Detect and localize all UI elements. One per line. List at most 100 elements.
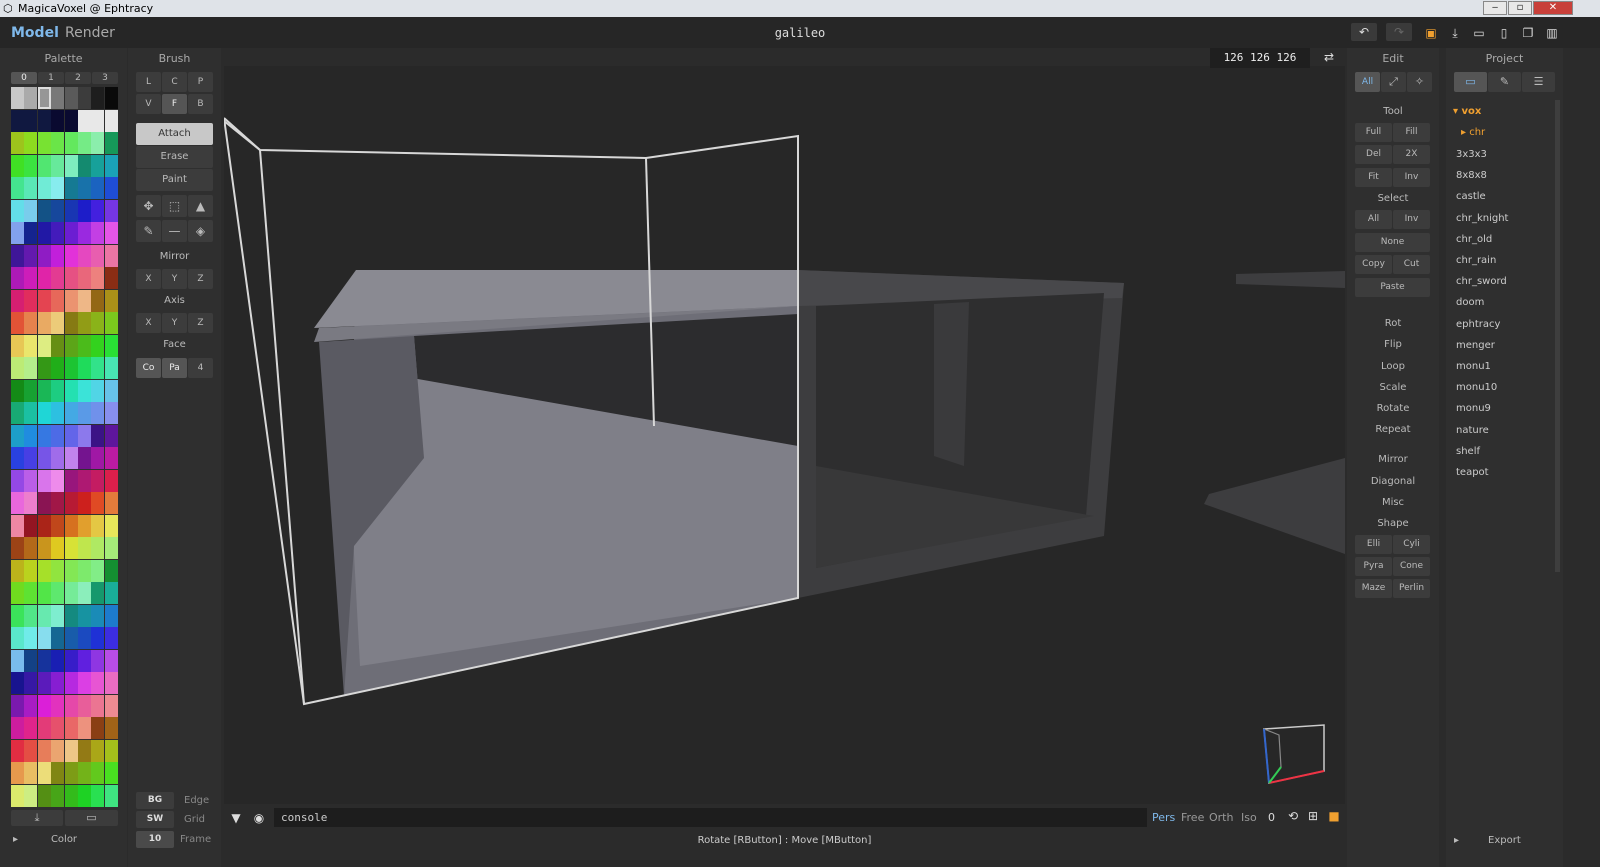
palette-swatch[interactable] [91, 267, 105, 289]
palette-swatch[interactable] [104, 739, 118, 762]
op-shape[interactable]: Shape [1347, 518, 1439, 529]
palette-swatch[interactable] [64, 604, 78, 627]
palette-swatch[interactable] [104, 784, 118, 807]
palette-swatch[interactable] [24, 604, 38, 627]
face-4[interactable]: 4 [188, 358, 213, 378]
3d-viewport[interactable] [224, 66, 1345, 804]
tool-fit[interactable]: Fit [1355, 168, 1392, 187]
palette-swatch[interactable] [24, 582, 38, 604]
palette-swatch[interactable] [91, 739, 105, 762]
palette-swatch[interactable] [104, 177, 118, 199]
palette-swatch[interactable] [104, 447, 118, 469]
palette-swatch[interactable] [64, 514, 78, 537]
copy-file-icon[interactable]: ❐ [1519, 25, 1537, 41]
download-icon[interactable]: ⤓ [1446, 25, 1464, 41]
palette-swatch[interactable] [78, 469, 91, 492]
palette-swatch[interactable] [78, 289, 91, 312]
brush-type-f[interactable]: F [162, 94, 187, 114]
palette-swatch[interactable] [104, 424, 118, 447]
palette-swatch[interactable] [91, 514, 105, 537]
face-co[interactable]: Co [136, 358, 161, 378]
brush-type-p[interactable]: P [188, 72, 213, 92]
palette-swatch[interactable] [64, 582, 78, 604]
redo-icon[interactable]: ↷ [1386, 23, 1412, 41]
mirror-x[interactable]: X [136, 269, 161, 289]
palette-swatch[interactable] [51, 222, 65, 244]
palette-swatch[interactable] [51, 424, 65, 447]
palette-swatch[interactable] [78, 244, 91, 267]
brush-type-l[interactable]: L [136, 72, 161, 92]
palette-swatch[interactable] [24, 672, 38, 694]
palette-swatch[interactable] [37, 222, 51, 244]
palette-swatch[interactable] [91, 312, 105, 334]
axis-z[interactable]: Z [188, 313, 213, 333]
op-scale[interactable]: Scale [1347, 382, 1439, 393]
view-iso[interactable]: Iso [1241, 811, 1257, 824]
mirror-y[interactable]: Y [162, 269, 187, 289]
palette-swatch[interactable] [24, 244, 38, 267]
palette-swatch[interactable] [37, 784, 51, 807]
palette-swatch[interactable] [37, 672, 51, 694]
palette-swatch[interactable] [104, 627, 118, 649]
grid-toggle[interactable]: Grid [184, 814, 205, 825]
palette-swatch[interactable] [104, 762, 118, 784]
palette-swatch[interactable] [11, 649, 24, 672]
palette-swatch[interactable] [104, 312, 118, 334]
palette-swatch[interactable] [104, 154, 118, 177]
palette-swatch[interactable] [78, 424, 91, 447]
palette-swatch[interactable] [37, 87, 51, 109]
palette-swatch[interactable] [37, 267, 51, 289]
palette-swatch[interactable] [104, 357, 118, 379]
palette-swatch[interactable] [37, 132, 51, 154]
palette-swatch[interactable] [64, 334, 78, 357]
palette-swatch[interactable] [91, 244, 105, 267]
project-file[interactable]: castle [1456, 191, 1486, 202]
palette-swatch[interactable] [24, 739, 38, 762]
palette-swatch[interactable] [24, 132, 38, 154]
console-input[interactable]: console [274, 808, 1147, 827]
palette-page-1[interactable]: 1 [38, 72, 64, 84]
face-pa[interactable]: Pa [162, 358, 187, 378]
wrench-icon[interactable]: ✧ [1407, 72, 1432, 92]
palette-swatch[interactable] [91, 717, 105, 739]
edit-tab-all[interactable]: All [1355, 72, 1380, 92]
palette-swatch[interactable] [91, 424, 105, 447]
palette-swatch[interactable] [104, 514, 118, 537]
palette-swatch[interactable] [104, 717, 118, 739]
erase-mode-button[interactable]: Erase [136, 146, 213, 168]
select-all[interactable]: All [1355, 210, 1392, 229]
project-file[interactable]: nature [1456, 425, 1489, 436]
palette-swatch[interactable] [11, 424, 24, 447]
palette-swatch[interactable] [78, 537, 91, 559]
reset-view-icon[interactable]: ⟲ [1284, 808, 1302, 824]
palette-swatch[interactable] [91, 402, 105, 424]
sw-button[interactable]: SW [136, 811, 174, 828]
palette-swatch[interactable] [24, 154, 38, 177]
save-icon[interactable]: ▣ [1422, 25, 1440, 41]
palette-swatch[interactable] [51, 559, 65, 582]
palette-swatch[interactable] [104, 87, 118, 109]
palette-swatch[interactable] [78, 154, 91, 177]
palette-swatch[interactable] [64, 784, 78, 807]
palette-swatch[interactable] [91, 357, 105, 379]
palette-swatch[interactable] [104, 334, 118, 357]
palette-swatch[interactable] [104, 379, 118, 402]
tool-fill[interactable]: Fill [1393, 123, 1430, 142]
shape-maze[interactable]: Maze [1355, 579, 1392, 598]
palette-swatch[interactable] [51, 627, 65, 649]
project-file[interactable]: chr_rain [1456, 255, 1496, 266]
op-flip[interactable]: Flip [1347, 339, 1439, 350]
palette-swatch[interactable] [11, 784, 24, 807]
palette-swatch[interactable] [11, 717, 24, 739]
project-file[interactable]: monu1 [1456, 361, 1491, 372]
palette-swatch[interactable] [24, 199, 38, 222]
palette-swatch[interactable] [64, 649, 78, 672]
palette-swatch[interactable] [91, 627, 105, 649]
palette-swatch[interactable] [37, 649, 51, 672]
palette-swatch[interactable] [64, 424, 78, 447]
tool-full[interactable]: Full [1355, 123, 1392, 142]
palette-swatch[interactable] [64, 739, 78, 762]
palette-swatch[interactable] [37, 154, 51, 177]
project-file[interactable]: monu9 [1456, 403, 1491, 414]
palette-swatch[interactable] [37, 199, 51, 222]
